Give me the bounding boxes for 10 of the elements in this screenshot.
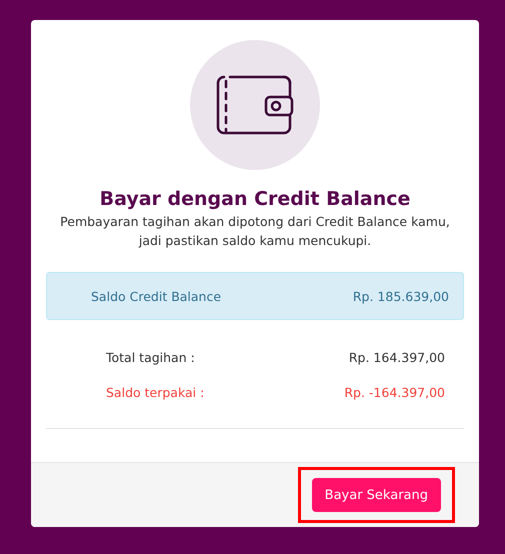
summary-value: Rp. -164.397,00	[344, 385, 445, 400]
summary-label: Total tagihan :	[106, 350, 195, 365]
balance-value: Rp. 185.639,00	[352, 288, 449, 304]
summary-label: Saldo terpakai :	[106, 385, 204, 400]
dialog-description: Pembayaran tagihan akan dipotong dari Credit Balance kamu, jadi pastikan saldo kamu mencukupi.	[59, 213, 451, 250]
balance-label: Saldo Credit Balance	[91, 288, 222, 304]
pay-now-button[interactable]: Bayar Sekarang	[312, 478, 441, 512]
summary-value: Rp. 164.397,00	[348, 350, 445, 365]
dialog-title: Bayar dengan Credit Balance	[100, 188, 410, 210]
wallet-icon	[216, 75, 294, 135]
